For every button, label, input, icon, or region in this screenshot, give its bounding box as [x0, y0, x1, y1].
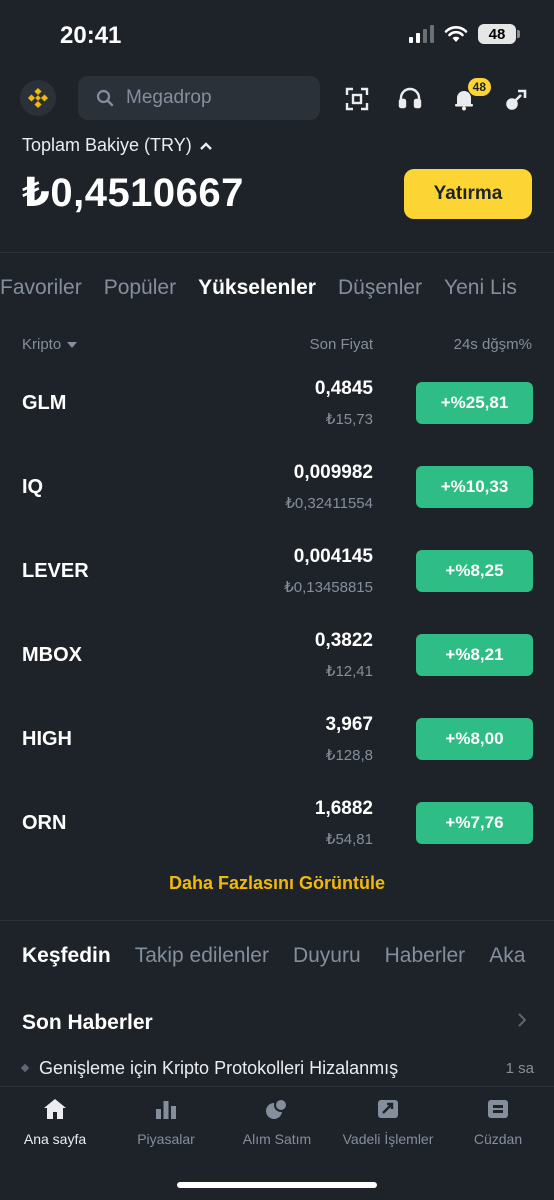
- tab-following[interactable]: Takip edilenler: [135, 944, 269, 984]
- coin-symbol: IQ: [22, 476, 44, 498]
- tab-new-listings[interactable]: Yeni Lis: [444, 276, 517, 316]
- column-header-crypto-label: Kripto: [22, 336, 62, 353]
- change-badge[interactable]: +%25,81: [416, 382, 533, 424]
- coin-price: 3,967: [325, 714, 373, 735]
- column-header-crypto[interactable]: Kripto: [22, 336, 78, 353]
- coin-price-try: ₺15,73: [325, 411, 373, 428]
- coin-price-try: ₺12,41: [325, 663, 373, 680]
- wallet-icon: [488, 1100, 508, 1118]
- search-placeholder: Megadrop: [126, 87, 212, 108]
- tab-announcements[interactable]: Duyuru: [293, 944, 361, 984]
- binance-logo-icon[interactable]: [20, 80, 56, 116]
- tab-academy[interactable]: Aka: [489, 944, 525, 984]
- coin-symbol: MBOX: [22, 644, 82, 666]
- change-badge[interactable]: +%7,76: [416, 802, 533, 844]
- wifi-icon: [444, 26, 468, 42]
- search-input[interactable]: Megadrop: [78, 76, 320, 120]
- status-bar: 20:41 48: [0, 0, 554, 72]
- nav-markets-label: Piyasalar: [137, 1131, 195, 1147]
- status-icons: 48: [409, 24, 520, 44]
- nav-markets[interactable]: Piyasalar: [111, 1097, 221, 1147]
- change-badge[interactable]: +%8,00: [416, 718, 533, 760]
- view-more-link[interactable]: Daha Fazlasını Görüntüle: [0, 873, 554, 894]
- referral-link-icon[interactable]: [504, 86, 530, 112]
- tab-gainers[interactable]: Yükselenler: [198, 276, 316, 316]
- chevron-right-icon[interactable]: [518, 1013, 526, 1027]
- tab-discover[interactable]: Keşfedin: [22, 944, 111, 984]
- news-bullet-icon: [20, 1063, 30, 1073]
- status-time: 20:41: [60, 22, 122, 49]
- coin-price: 0,3822: [314, 630, 373, 651]
- balance-label-text: Toplam Bakiye (TRY): [22, 135, 192, 155]
- news-item[interactable]: Genişleme için Kripto Protokolleri Hizal…: [20, 1058, 534, 1084]
- market-row[interactable]: ORN 1,6882 ₺54,81 +%7,76: [0, 794, 554, 864]
- trade-icon: [266, 1098, 288, 1119]
- tab-news[interactable]: Haberler: [385, 944, 466, 984]
- column-header-change[interactable]: 24s dğşm%: [454, 336, 532, 353]
- discover-tabs: Keşfedin Takip edilenler Duyuru Haberler…: [22, 944, 554, 984]
- bottom-navigation: Ana sayfa Piyasalar Alım Satım Vadeli İş…: [0, 1086, 554, 1200]
- nav-trade-label: Alım Satım: [242, 1131, 312, 1147]
- divider: [0, 252, 554, 253]
- divider: [0, 920, 554, 921]
- coin-price: 0,004145: [293, 546, 373, 567]
- home-indicator: [177, 1182, 377, 1188]
- coin-price-try: ₺128,8: [325, 747, 373, 764]
- tab-losers[interactable]: Düşenler: [338, 276, 422, 316]
- coin-symbol: HIGH: [22, 728, 72, 750]
- column-header-last-price[interactable]: Son Fiyat: [310, 336, 373, 353]
- market-row[interactable]: LEVER 0,004145 ₺0,13458815 +%8,25: [0, 542, 554, 612]
- change-badge[interactable]: +%10,33: [416, 466, 533, 508]
- news-section-title[interactable]: Son Haberler: [22, 1011, 153, 1035]
- home-icon: [44, 1099, 66, 1119]
- coin-price: 0,4845: [314, 378, 373, 399]
- coin-price-try: ₺0,32411554: [285, 495, 373, 512]
- coin-price-try: ₺54,81: [325, 831, 373, 848]
- coin-price: 0,009982: [293, 462, 373, 483]
- change-badge[interactable]: +%8,25: [416, 550, 533, 592]
- tab-popular[interactable]: Popüler: [104, 276, 176, 316]
- market-row[interactable]: GLM 0,4845 ₺15,73 +%25,81: [0, 374, 554, 444]
- nav-home[interactable]: Ana sayfa: [0, 1097, 110, 1147]
- deposit-button[interactable]: Yatırma: [404, 169, 532, 219]
- nav-futures-label: Vadeli İşlemler: [342, 1131, 434, 1147]
- nav-home-label: Ana sayfa: [23, 1131, 87, 1147]
- scan-icon[interactable]: [344, 86, 370, 112]
- market-row[interactable]: MBOX 0,3822 ₺12,41 +%8,21: [0, 626, 554, 696]
- tab-favorites[interactable]: Favoriler: [0, 276, 82, 316]
- market-tabs: Favoriler Popüler Yükselenler Düşenler Y…: [0, 276, 554, 316]
- balance-value: ₺0,4510667: [22, 171, 244, 215]
- nav-futures[interactable]: Vadeli İşlemler: [333, 1097, 443, 1147]
- balance-label[interactable]: Toplam Bakiye (TRY): [22, 135, 212, 156]
- sort-caret-icon: [67, 341, 78, 348]
- coin-symbol: ORN: [22, 812, 67, 834]
- nav-wallet[interactable]: Cüzdan: [443, 1097, 553, 1147]
- market-row[interactable]: HIGH 3,967 ₺128,8 +%8,00: [0, 710, 554, 780]
- markets-icon: [156, 1101, 176, 1119]
- coin-price-try: ₺0,13458815: [284, 579, 373, 596]
- coin-symbol: GLM: [22, 392, 67, 414]
- notification-count-badge: 48: [467, 78, 491, 96]
- news-item-time: 1 sa: [505, 1060, 534, 1077]
- notification-bell-icon[interactable]: 48: [451, 78, 491, 112]
- coin-price: 1,6882: [314, 798, 373, 819]
- news-item-text: Genişleme için Kripto Protokolleri Hizal…: [39, 1058, 399, 1078]
- support-headset-icon[interactable]: [397, 86, 423, 112]
- change-badge[interactable]: +%8,21: [416, 634, 533, 676]
- nav-trade[interactable]: Alım Satım: [222, 1097, 332, 1147]
- battery-icon: 48: [478, 24, 520, 44]
- search-icon: [96, 89, 114, 107]
- market-row[interactable]: IQ 0,009982 ₺0,32411554 +%10,33: [0, 458, 554, 528]
- top-bar: Megadrop 48: [0, 76, 554, 122]
- coin-symbol: LEVER: [22, 560, 89, 582]
- cellular-signal-icon: [409, 25, 434, 43]
- chevron-up-icon: [199, 141, 212, 150]
- nav-wallet-label: Cüzdan: [473, 1131, 523, 1147]
- futures-icon: [378, 1100, 398, 1118]
